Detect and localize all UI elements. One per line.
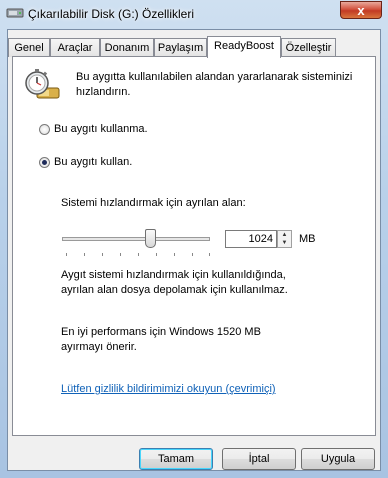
window-title: Çıkarılabilir Disk (G:) Özellikleri [28, 7, 195, 21]
slider-tick [84, 253, 85, 256]
reserve-space-label: Sistemi hızlandırmak için ayrılan alan: [61, 197, 246, 209]
readyboost-panel [12, 56, 376, 436]
radio-use-device[interactable] [39, 157, 50, 168]
spin-down-icon[interactable]: ▼ [278, 239, 291, 247]
space-unit-label: MB [299, 233, 316, 245]
title-bar: Çıkarılabilir Disk (G:) Özellikleri x [0, 0, 388, 28]
reserve-space-slider-track[interactable] [62, 237, 210, 241]
slider-tick [102, 253, 103, 256]
tab-ozellestir[interactable]: Özelleştir [281, 38, 336, 57]
close-button[interactable]: x [340, 1, 382, 19]
removable-disk-icon [6, 8, 24, 18]
tab-genel[interactable]: Genel [8, 38, 50, 57]
ok-button[interactable]: Tamam [139, 448, 213, 470]
slider-tick [174, 253, 175, 256]
slider-tick [192, 253, 193, 256]
radio-dont-use-device-label[interactable]: Bu aygıtı kullanma. [54, 123, 148, 135]
privacy-statement-link[interactable]: Lütfen gizlilik bildirimimizi okuyun (çe… [61, 383, 276, 395]
slider-tick [156, 253, 157, 256]
slider-tick [138, 253, 139, 256]
reserve-space-slider-thumb[interactable] [145, 229, 156, 248]
slider-tick [66, 253, 67, 256]
radio-dont-use-device[interactable] [39, 124, 50, 135]
slider-tick [120, 253, 121, 256]
slider-tick [209, 253, 210, 256]
cancel-button[interactable]: İptal [222, 448, 296, 470]
reserve-space-input[interactable]: 1024 [225, 230, 277, 248]
reserve-space-spinner[interactable]: ▲ ▼ [277, 230, 292, 248]
apply-button[interactable]: Uygula [301, 448, 375, 470]
tab-donanim[interactable]: Donanım [100, 38, 154, 57]
tab-araclar[interactable]: Araçlar [50, 38, 100, 57]
stopwatch-drive-icon [25, 69, 60, 99]
readyboost-description: Bu aygıtta kullanılabilen alandan yararl… [76, 71, 353, 98]
tab-paylasim[interactable]: Paylaşım [154, 38, 207, 57]
windows-recommendation: En iyi performans için Windows 1520 MB a… [61, 326, 261, 353]
radio-use-device-label[interactable]: Bu aygıtı kullan. [54, 156, 132, 168]
tab-readyboost[interactable]: ReadyBoost [207, 36, 281, 58]
spin-up-icon[interactable]: ▲ [278, 231, 291, 239]
reserved-space-note: Aygıt sistemi hızlandırmak için kullanıl… [61, 269, 288, 296]
